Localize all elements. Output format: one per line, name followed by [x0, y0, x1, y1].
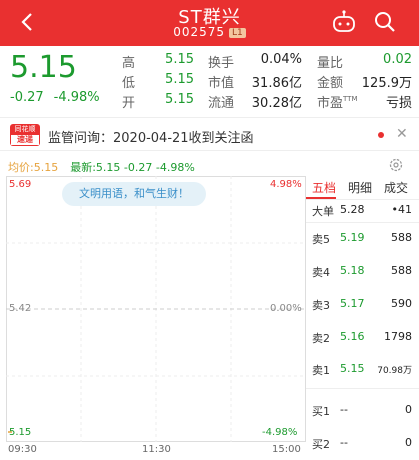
ask-price: 5.15	[340, 362, 365, 375]
pct-axis-bottom: -4.98%	[262, 427, 298, 438]
bid-row[interactable]: 买1 -- 0	[312, 403, 412, 421]
pe-label-text: 市盈	[317, 96, 344, 111]
level-badge: L1	[229, 28, 246, 38]
chart-info-line: 均价:5.15 最新:5.15 -0.27 -4.98%	[8, 159, 195, 175]
ask-price: 5.18	[340, 264, 365, 277]
latest-quote: 最新:5.15 -0.27 -4.98%	[70, 161, 195, 174]
ask-label: 卖3	[312, 299, 330, 312]
quote-panel: 5.15 -0.27 -4.98% 高 5.15 低 5.15 开 5.15 换手…	[0, 46, 419, 114]
volratio-value: 0.02	[383, 52, 412, 67]
low-value: 5.15	[165, 72, 194, 87]
amount-label: 金额	[317, 76, 344, 91]
search-icon[interactable]	[373, 10, 397, 34]
change-amount: -0.27	[10, 90, 44, 105]
ask-price: 5.19	[340, 231, 365, 244]
tabs-divider	[306, 199, 419, 200]
notice-bar[interactable]: 同花顺 速递 监管问询：2020-04-21收到关注函 ✕	[0, 117, 419, 151]
big-order-volume: •41	[391, 203, 413, 216]
big-order-row[interactable]: 大单 5.28 •41	[312, 203, 412, 221]
ask-price: 5.16	[340, 330, 365, 343]
ask-volume: 590	[391, 297, 412, 310]
mktcap-value: 31.86亿	[251, 76, 302, 91]
news-badge-bottom: 速递	[10, 134, 40, 146]
x-axis-start: 09:30	[8, 444, 37, 455]
open-label: 开	[122, 96, 136, 111]
bid-price: --	[340, 403, 348, 416]
ask-label: 卖2	[312, 332, 330, 345]
tab-five-level[interactable]: 五档	[312, 179, 336, 196]
ask-label: 卖1	[312, 364, 330, 377]
y-axis-bottom: 5.15	[9, 427, 32, 438]
change-percent: -4.98%	[53, 90, 100, 105]
ask-bid-divider	[306, 388, 419, 389]
amount-value: 125.9万	[361, 76, 412, 91]
y-axis-top: 5.69	[9, 179, 32, 190]
bid-volume: 0	[405, 403, 412, 416]
ask-volume: 588	[391, 264, 412, 277]
bid-label: 买2	[312, 438, 330, 451]
news-badge-top: 同花顺	[10, 124, 40, 134]
y-axis-mid: 5.42	[9, 303, 32, 314]
ask-volume: 588	[391, 231, 412, 244]
open-value: 5.15	[165, 92, 194, 107]
pct-axis-mid: 0.00%	[270, 303, 302, 314]
robot-assistant-icon[interactable]	[331, 10, 357, 34]
order-tabs: 五档 明细 成交	[306, 176, 419, 198]
big-order-label: 大单	[312, 205, 334, 218]
tab-trades[interactable]: 成交	[384, 179, 408, 196]
volratio-label: 量比	[317, 56, 344, 71]
bid-price: --	[340, 436, 348, 449]
pe-label: 市盈TTM	[317, 92, 357, 111]
ask-price: 5.17	[340, 297, 365, 310]
float-label: 流通	[208, 96, 235, 111]
stock-code: 002575	[173, 25, 226, 39]
x-axis-mid: 11:30	[142, 444, 171, 455]
turnover-value: 0.04%	[260, 52, 302, 67]
civility-bubble: 文明用语，和气生财！	[62, 182, 206, 206]
mktcap-label: 市值	[208, 76, 235, 91]
ask-volume: 1798	[384, 330, 412, 343]
ask-label: 卖4	[312, 266, 330, 279]
price-change: -0.27 -4.98%	[10, 90, 110, 105]
close-icon[interactable]: ✕	[396, 126, 408, 142]
ask-row[interactable]: 卖2 5.16 1798	[312, 330, 412, 348]
pct-axis-top: 4.98%	[270, 179, 302, 190]
ask-row[interactable]: 卖5 5.19 588	[312, 231, 412, 249]
high-label: 高	[122, 56, 136, 71]
big-order-price: 5.28	[340, 203, 365, 216]
bid-volume: 0	[405, 436, 412, 449]
bid-label: 买1	[312, 405, 330, 418]
current-price: 5.15	[10, 50, 77, 85]
high-value: 5.15	[165, 52, 194, 67]
unread-dot	[378, 132, 384, 138]
ask-row[interactable]: 卖3 5.17 590	[312, 297, 412, 315]
ask-row[interactable]: 卖1 5.15 70.98万	[312, 362, 412, 380]
ask-label: 卖5	[312, 233, 330, 246]
bid-row[interactable]: 买2 -- 0	[312, 436, 412, 454]
notice-text[interactable]: 监管问询：2020-04-21收到关注函	[48, 127, 254, 146]
header-bar: ST群兴 002575 L1	[0, 0, 419, 46]
big-order-divider	[306, 222, 419, 223]
news-badge: 同花顺 速递	[10, 124, 40, 146]
tab-detail[interactable]: 明细	[348, 179, 372, 196]
pe-value: 亏损	[385, 96, 412, 111]
avg-price: 均价:5.15	[8, 161, 59, 174]
x-axis-end: 15:00	[272, 444, 301, 455]
ask-volume: 70.98万	[377, 366, 412, 376]
gear-icon[interactable]	[388, 157, 404, 173]
low-label: 低	[122, 76, 136, 91]
turnover-label: 换手	[208, 56, 235, 71]
ask-row[interactable]: 卖4 5.18 588	[312, 264, 412, 282]
float-value: 30.28亿	[251, 96, 302, 111]
intraday-chart[interactable]	[6, 176, 306, 442]
